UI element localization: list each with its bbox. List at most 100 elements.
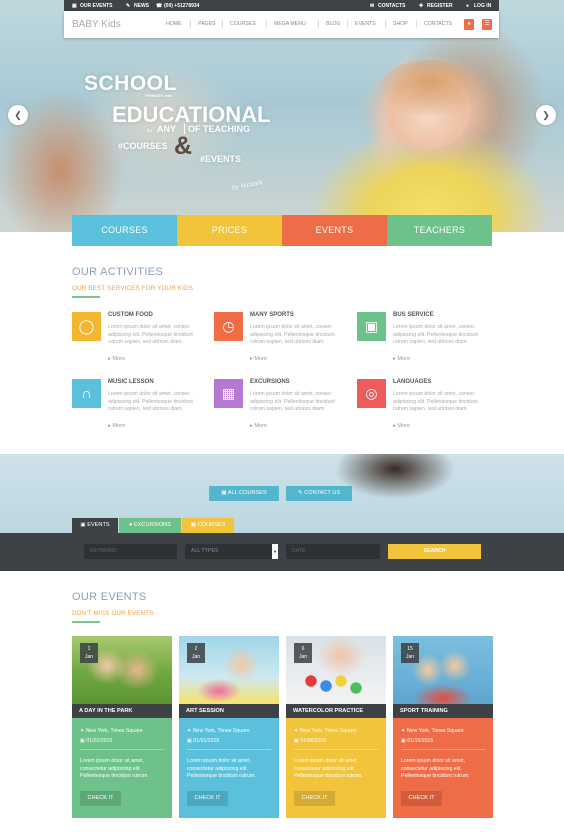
event-title[interactable]: A DAY IN THE PARK [72,704,172,718]
event-date-badge: 6 Jan [294,643,312,663]
contact-us-button[interactable]: ✎ CONTACT US [286,486,352,501]
lock-icon: ● [466,3,470,9]
tab-events[interactable]: ▣ EVENTS [72,518,118,533]
event-date: ▣ 01/06/2015 [294,738,327,744]
top-link-news[interactable]: NEWS [134,3,149,9]
location-icon: ✦ [187,728,192,734]
check-it-button[interactable]: CHECK IT [80,791,121,806]
date-input[interactable]: DATE [286,544,380,559]
activity-item: ◎ LANGUAGES Lorem ipsum dolor sit amet, co… [357,379,492,441]
event-image[interactable]: 2 Jan [179,636,279,704]
activity-desc: Lorem ipsum dolor sit amet, consec adipi… [393,324,478,346]
slider-next-button[interactable]: ❯ [536,105,556,125]
pencil-icon: ✎ [126,3,131,9]
location-icon: ✦ [80,728,85,734]
grid-icon: ▦ [190,522,197,528]
event-location: ✦ New York, Times Square [401,728,464,734]
check-it-button[interactable]: CHECK IT [294,791,335,806]
play-icon: ▸ [393,423,396,429]
calendar-icon: ▣ [294,738,299,744]
event-title[interactable]: ART SESSION [179,704,279,718]
nav-blog[interactable]: BLOG [326,21,340,27]
activity-desc: Lorem ipsum dolor sit amet, consec adipi… [393,391,478,413]
top-phone: (00) +51278934 [164,3,200,9]
tile-teachers[interactable]: TEACHERS [387,215,492,246]
event-body: ✦ New York, Times Square ▣ 01/15/2015 Lore… [393,718,493,818]
event-image[interactable]: 6 Jan [286,636,386,704]
calendar-icon: ▣ [187,738,192,744]
activity-desc: Lorem ipsum dolor sit amet, consec adipi… [250,391,335,413]
nav-pages[interactable]: PAGES [198,21,216,27]
nav-contacts[interactable]: CONTACTS [424,21,452,27]
tile-prices[interactable]: PRICES [177,215,282,246]
play-icon: ▸ [108,356,111,362]
event-card: 1 Jan A DAY IN THE PARK ✦ New York, Times S… [72,636,172,818]
nav-shop[interactable]: SHOP [393,21,408,27]
activity-desc: Lorem ipsum dolor sit amet, consec adipi… [250,324,335,346]
plus-icon: ✚ [419,3,424,9]
activity-title: MUSIC LESSON [108,379,154,385]
grid-icon: ▦ [221,490,227,496]
activities-title: OUR ACTIVITIES [72,266,163,278]
activity-title: MANY SPORTS [250,312,294,318]
activities-subtitle: OUR BEST SERVICES FOR YOUR KIDS [72,285,194,292]
event-body: ✦ New York, Times Square ▣ 01/06/2015 Lore… [286,718,386,818]
search-button[interactable]: SEARCH [388,544,481,559]
apple-icon: ◯ [72,312,101,341]
cart-icon[interactable]: ☰ [482,19,492,30]
drop-icon: ● [129,522,133,528]
hero-courses: #COURSES [118,141,168,151]
tab-courses[interactable]: ▦ COURSES [182,518,234,533]
activity-more-link[interactable]: ▸ More [250,423,267,429]
location-icon[interactable]: ● [464,19,474,30]
activity-item: ◷ MANY SPORTS Lorem ipsum dolor sit amet, … [214,312,349,374]
nav-mega-menu[interactable]: MEGA MENU [274,21,306,27]
hero-amp: & [174,132,193,160]
activity-item: ▣ BUS SERVICE Lorem ipsum dolor sit amet, … [357,312,492,374]
tile-courses[interactable]: COURSES [72,215,177,246]
check-it-button[interactable]: CHECK IT [401,791,442,806]
slider-prev-button[interactable]: ❮ [8,105,28,125]
check-it-button[interactable]: CHECK IT [187,791,228,806]
keyword-input[interactable]: KEYWORD [84,544,177,559]
event-image[interactable]: 1 Jan [72,636,172,704]
activity-desc: Lorem ipsum dolor sit amet, consec adipi… [108,391,193,413]
nav-events[interactable]: EVENTS [355,21,376,27]
top-link-contacts[interactable]: CONTACTS [378,3,405,9]
types-select[interactable]: ALL TYPES ▼ [185,544,278,559]
top-link-register[interactable]: REGISTER [427,3,453,9]
event-card: 6 Jan WATERCOLOR PRACTICE ✦ New York, Times… [286,636,386,818]
all-courses-button[interactable]: ▦ ALL COURSES [209,486,279,501]
event-location: ✦ New York, Times Square [80,728,143,734]
top-link-our-events[interactable]: OUR EVENTS [80,3,113,9]
event-desc: Lorem ipsum dolor sit amet, consectetur … [401,758,470,780]
globe-icon: ◎ [357,379,386,408]
event-location: ✦ New York, Times Square [187,728,250,734]
activity-title: LANGUAGES [393,379,432,385]
phone-icon: ☎ [156,3,163,9]
calendar-icon: ▣ [80,738,85,744]
activity-more-link[interactable]: ▸ More [393,356,410,362]
logo[interactable]: BABY Kids [72,19,121,30]
top-link-login[interactable]: LOG IN [474,3,491,9]
event-title[interactable]: WATERCOLOR PRACTICE [286,704,386,718]
events-title: OUR EVENTS [72,591,147,603]
tile-events[interactable]: EVENTS [282,215,387,246]
nav-courses[interactable]: COURSES [230,21,256,27]
activity-more-link[interactable]: ▸ More [108,356,125,362]
event-date: ▣ 01/15/2015 [401,738,434,744]
activity-more-link[interactable]: ▸ More [393,423,410,429]
tab-excursions[interactable]: ● EXCURSIONS [119,518,181,533]
hero-signature: by Nicdark [231,179,264,192]
activity-more-link[interactable]: ▸ More [108,423,125,429]
activity-more-link[interactable]: ▸ More [250,356,267,362]
events-underline [72,621,100,623]
nav-home[interactable]: HOME [166,21,182,27]
event-date: ▣ 01/01/2015 [187,738,220,744]
event-title[interactable]: SPORT TRAINING [393,704,493,718]
pencil-icon: ✎ [297,490,303,496]
event-date: ▣ 01/01/2015 [80,738,113,744]
event-desc: Lorem ipsum dolor sit amet, consectetur … [294,758,363,780]
event-image[interactable]: 15 Jan [393,636,493,704]
mail-icon: ✉ [370,3,375,9]
